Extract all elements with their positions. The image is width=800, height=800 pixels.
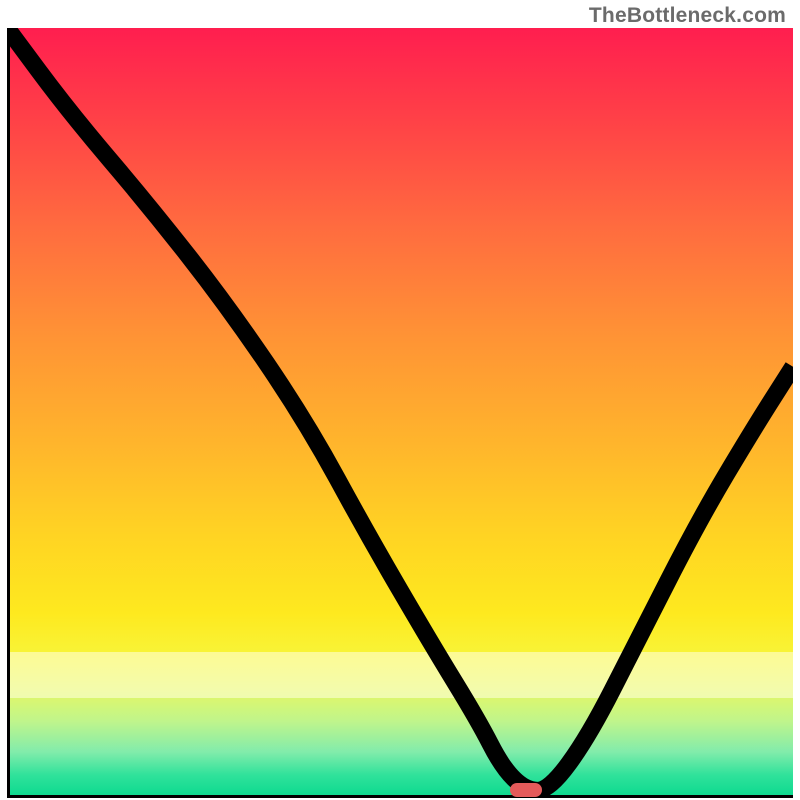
plot-area — [7, 28, 793, 798]
y-axis — [7, 28, 10, 798]
watermark-text: TheBottleneck.com — [589, 4, 786, 28]
optimum-marker — [510, 783, 542, 797]
bottleneck-curve — [7, 28, 793, 798]
x-axis — [7, 795, 793, 798]
chart-container: TheBottleneck.com — [0, 0, 800, 800]
